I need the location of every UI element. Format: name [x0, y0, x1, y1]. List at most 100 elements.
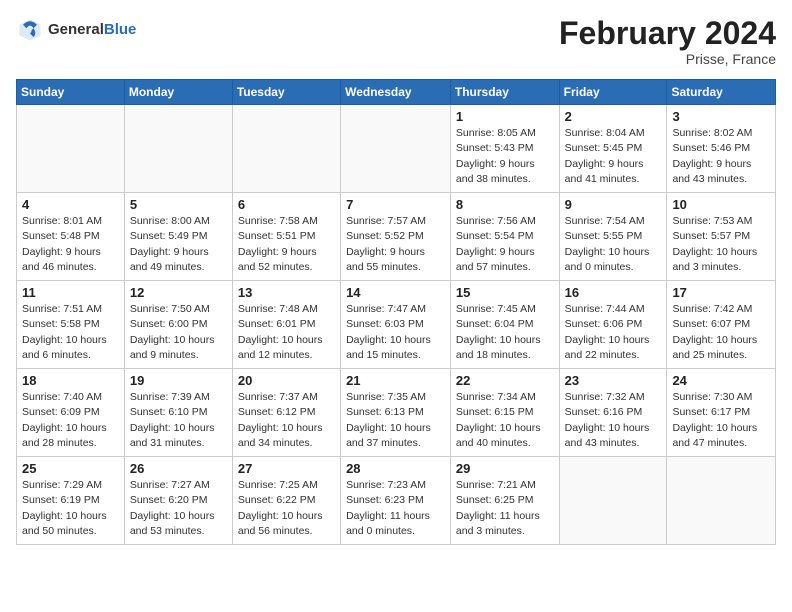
- day-number: 29: [456, 461, 554, 476]
- day-info: Sunrise: 7:35 AM Sunset: 6:13 PM Dayligh…: [346, 390, 445, 451]
- calendar-cell: 12 Sunrise: 7:50 AM Sunset: 6:00 PM Dayli…: [124, 281, 232, 369]
- day-info: Sunrise: 7:37 AM Sunset: 6:12 PM Dayligh…: [238, 390, 335, 451]
- calendar-cell: 13Sunrise: 7:48 AM Sunset: 6:01 PM Dayli…: [232, 281, 340, 369]
- day-number: 6: [238, 197, 335, 212]
- col-thursday: Thursday: [450, 80, 559, 105]
- day-info: Sunrise: 7:44 AM Sunset: 6:06 PM Dayligh…: [565, 302, 662, 363]
- day-info: Sunrise: 8:02 AM Sunset: 5:46 PM Dayligh…: [672, 126, 770, 187]
- day-info: Sunrise: 8:05 AM Sunset: 5:43 PM Dayligh…: [456, 126, 554, 187]
- title-block: February 2024 Prisse, France: [559, 16, 776, 67]
- day-number: 13: [238, 285, 335, 300]
- day-number: 19: [130, 373, 227, 388]
- week-row-5: 25 Sunrise: 7:29 AM Sunset: 6:19 PM Dayli…: [17, 457, 776, 545]
- header: GeneralBlue February 2024 Prisse, France: [16, 16, 776, 67]
- logo: GeneralBlue: [16, 16, 136, 44]
- day-info: Sunrise: 7:29 AM Sunset: 6:19 PM Dayligh…: [22, 478, 119, 539]
- day-info: Sunrise: 7:32 AM Sunset: 6:16 PM Dayligh…: [565, 390, 662, 451]
- col-monday: Monday: [124, 80, 232, 105]
- day-info: Sunrise: 7:58 AM Sunset: 5:51 PM Dayligh…: [238, 214, 335, 275]
- day-info: Sunrise: 7:56 AM Sunset: 5:54 PM Dayligh…: [456, 214, 554, 275]
- calendar-cell: 28 Sunrise: 7:23 AM Sunset: 6:23 PM Dayli…: [341, 457, 451, 545]
- day-info: Sunrise: 7:39 AM Sunset: 6:10 PM Dayligh…: [130, 390, 227, 451]
- day-number: 20: [238, 373, 335, 388]
- col-wednesday: Wednesday: [341, 80, 451, 105]
- calendar-cell: 19 Sunrise: 7:39 AM Sunset: 6:10 PM Dayli…: [124, 369, 232, 457]
- day-info: Sunrise: 7:45 AM Sunset: 6:04 PM Dayligh…: [456, 302, 554, 363]
- day-number: 24: [672, 373, 770, 388]
- calendar-cell: 16 Sunrise: 7:44 AM Sunset: 6:06 PM Dayli…: [559, 281, 667, 369]
- calendar-cell: [232, 105, 340, 193]
- week-row-3: 11 Sunrise: 7:51 AM Sunset: 5:58 PM Dayli…: [17, 281, 776, 369]
- calendar-cell: 26 Sunrise: 7:27 AM Sunset: 6:20 PM Dayli…: [124, 457, 232, 545]
- day-info: Sunrise: 7:40 AM Sunset: 6:09 PM Dayligh…: [22, 390, 119, 451]
- day-number: 16: [565, 285, 662, 300]
- day-info: Sunrise: 7:23 AM Sunset: 6:23 PM Dayligh…: [346, 478, 445, 539]
- day-info: Sunrise: 7:54 AM Sunset: 5:55 PM Dayligh…: [565, 214, 662, 275]
- calendar-cell: 3 Sunrise: 8:02 AM Sunset: 5:46 PM Daylig…: [667, 105, 776, 193]
- day-info: Sunrise: 7:47 AM Sunset: 6:03 PM Dayligh…: [346, 302, 445, 363]
- calendar-cell: 25 Sunrise: 7:29 AM Sunset: 6:19 PM Dayli…: [17, 457, 125, 545]
- month-title: February 2024: [559, 16, 776, 51]
- col-tuesday: Tuesday: [232, 80, 340, 105]
- calendar-cell: 22 Sunrise: 7:34 AM Sunset: 6:15 PM Dayli…: [450, 369, 559, 457]
- calendar-cell: [667, 457, 776, 545]
- calendar-cell: [559, 457, 667, 545]
- logo-text: GeneralBlue: [48, 21, 136, 39]
- col-friday: Friday: [559, 80, 667, 105]
- day-info: Sunrise: 7:51 AM Sunset: 5:58 PM Dayligh…: [22, 302, 119, 363]
- calendar-cell: 11 Sunrise: 7:51 AM Sunset: 5:58 PM Dayli…: [17, 281, 125, 369]
- day-number: 8: [456, 197, 554, 212]
- calendar-cell: 2Sunrise: 8:04 AM Sunset: 5:45 PM Daylig…: [559, 105, 667, 193]
- calendar-cell: 14Sunrise: 7:47 AM Sunset: 6:03 PM Dayli…: [341, 281, 451, 369]
- day-number: 26: [130, 461, 227, 476]
- calendar-cell: 8 Sunrise: 7:56 AM Sunset: 5:54 PM Daylig…: [450, 193, 559, 281]
- day-info: Sunrise: 7:34 AM Sunset: 6:15 PM Dayligh…: [456, 390, 554, 451]
- calendar-cell: 29Sunrise: 7:21 AM Sunset: 6:25 PM Dayli…: [450, 457, 559, 545]
- day-number: 7: [346, 197, 445, 212]
- calendar-cell: 20 Sunrise: 7:37 AM Sunset: 6:12 PM Dayli…: [232, 369, 340, 457]
- day-number: 9: [565, 197, 662, 212]
- day-number: 5: [130, 197, 227, 212]
- day-number: 17: [672, 285, 770, 300]
- calendar-cell: 6 Sunrise: 7:58 AM Sunset: 5:51 PM Daylig…: [232, 193, 340, 281]
- calendar-cell: [17, 105, 125, 193]
- location-subtitle: Prisse, France: [559, 51, 776, 67]
- calendar-header-row: Sunday Monday Tuesday Wednesday Thursday…: [17, 80, 776, 105]
- calendar-cell: [124, 105, 232, 193]
- calendar-cell: 9 Sunrise: 7:54 AM Sunset: 5:55 PM Daylig…: [559, 193, 667, 281]
- calendar-cell: 23Sunrise: 7:32 AM Sunset: 6:16 PM Dayli…: [559, 369, 667, 457]
- day-info: Sunrise: 8:00 AM Sunset: 5:49 PM Dayligh…: [130, 214, 227, 275]
- page: GeneralBlue February 2024 Prisse, France…: [0, 0, 792, 555]
- day-number: 11: [22, 285, 119, 300]
- calendar-cell: 1 Sunrise: 8:05 AM Sunset: 5:43 PM Daylig…: [450, 105, 559, 193]
- day-number: 4: [22, 197, 119, 212]
- day-number: 21: [346, 373, 445, 388]
- day-info: Sunrise: 7:30 AM Sunset: 6:17 PM Dayligh…: [672, 390, 770, 451]
- logo-icon: [16, 16, 44, 44]
- day-number: 22: [456, 373, 554, 388]
- day-number: 28: [346, 461, 445, 476]
- col-saturday: Saturday: [667, 80, 776, 105]
- week-row-4: 18 Sunrise: 7:40 AM Sunset: 6:09 PM Dayli…: [17, 369, 776, 457]
- calendar-cell: 10 Sunrise: 7:53 AM Sunset: 5:57 PM Dayli…: [667, 193, 776, 281]
- calendar-cell: 27Sunrise: 7:25 AM Sunset: 6:22 PM Dayli…: [232, 457, 340, 545]
- calendar-cell: 5 Sunrise: 8:00 AM Sunset: 5:49 PM Daylig…: [124, 193, 232, 281]
- logo-blue: Blue: [104, 21, 137, 38]
- day-number: 3: [672, 109, 770, 124]
- day-number: 27: [238, 461, 335, 476]
- day-number: 12: [130, 285, 227, 300]
- calendar-cell: 18 Sunrise: 7:40 AM Sunset: 6:09 PM Dayli…: [17, 369, 125, 457]
- day-info: Sunrise: 7:50 AM Sunset: 6:00 PM Dayligh…: [130, 302, 227, 363]
- day-info: Sunrise: 7:27 AM Sunset: 6:20 PM Dayligh…: [130, 478, 227, 539]
- day-number: 18: [22, 373, 119, 388]
- day-number: 1: [456, 109, 554, 124]
- calendar-cell: 17Sunrise: 7:42 AM Sunset: 6:07 PM Dayli…: [667, 281, 776, 369]
- day-number: 10: [672, 197, 770, 212]
- calendar-cell: 24 Sunrise: 7:30 AM Sunset: 6:17 PM Dayli…: [667, 369, 776, 457]
- day-info: Sunrise: 7:53 AM Sunset: 5:57 PM Dayligh…: [672, 214, 770, 275]
- day-number: 25: [22, 461, 119, 476]
- day-number: 2: [565, 109, 662, 124]
- day-number: 15: [456, 285, 554, 300]
- calendar-cell: [341, 105, 451, 193]
- week-row-2: 4Sunrise: 8:01 AM Sunset: 5:48 PM Daylig…: [17, 193, 776, 281]
